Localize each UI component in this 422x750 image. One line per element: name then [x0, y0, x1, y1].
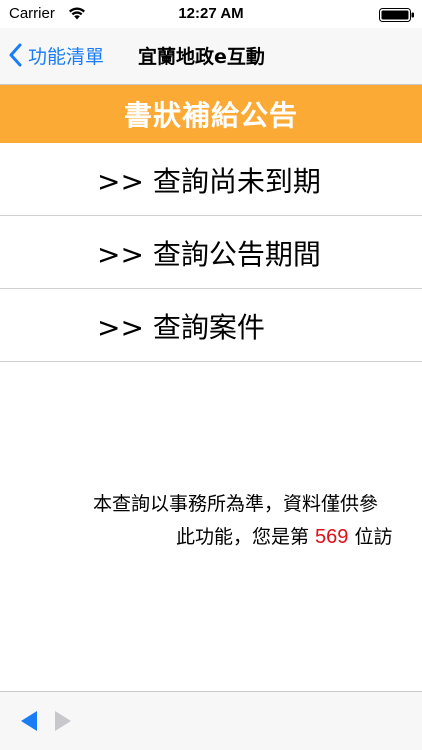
battery-icon	[379, 8, 414, 22]
page-title: 宜蘭地政e互動	[138, 46, 265, 68]
notice-line-2: 此功能，您是第 569 位訪	[176, 520, 392, 555]
menu-list: >> 查詢尚未到期 >> 查詢公告期間 >> 查詢案件	[0, 143, 422, 362]
menu-item-unexpired[interactable]: >> 查詢尚未到期	[0, 143, 422, 216]
visitor-count: 569	[315, 526, 349, 548]
play-right-icon	[55, 711, 71, 731]
menu-item-label: >> 查詢公告期間	[97, 237, 321, 271]
menu-item-label: >> 查詢尚未到期	[97, 164, 321, 198]
menu-item-announcement-period[interactable]: >> 查詢公告期間	[0, 216, 422, 289]
status-bar: Carrier 12:27 AM	[0, 0, 422, 28]
bottom-toolbar	[0, 691, 422, 750]
section-header: 書狀補給公告	[0, 85, 422, 143]
screen: Carrier 12:27 AM 功能清單 宜蘭地政e互動 書狀補給公告 >> …	[0, 0, 422, 750]
notice-prefix: 此功能，您是第	[176, 526, 316, 548]
chevron-left-icon	[9, 43, 22, 67]
notice-suffix: 位訪	[348, 526, 393, 548]
notice-line-1: 本查詢以事務所為準，資料僅供參	[93, 493, 379, 515]
back-button[interactable]: 功能清單	[8, 40, 104, 70]
notice-text: 本查詢以事務所為準，資料僅供參 此功能，您是第 569 位訪	[0, 487, 422, 557]
menu-item-label: >> 查詢案件	[97, 310, 265, 344]
back-button-label: 功能清單	[28, 45, 105, 68]
navigation-bar: 功能清單 宜蘭地政e互動	[0, 28, 422, 85]
play-left-icon[interactable]	[18, 710, 40, 732]
section-title: 書狀補給公告	[123, 99, 298, 132]
status-time: 12:27 AM	[178, 5, 244, 22]
divider	[0, 361, 422, 362]
menu-item-case-query[interactable]: >> 查詢案件	[0, 289, 422, 362]
